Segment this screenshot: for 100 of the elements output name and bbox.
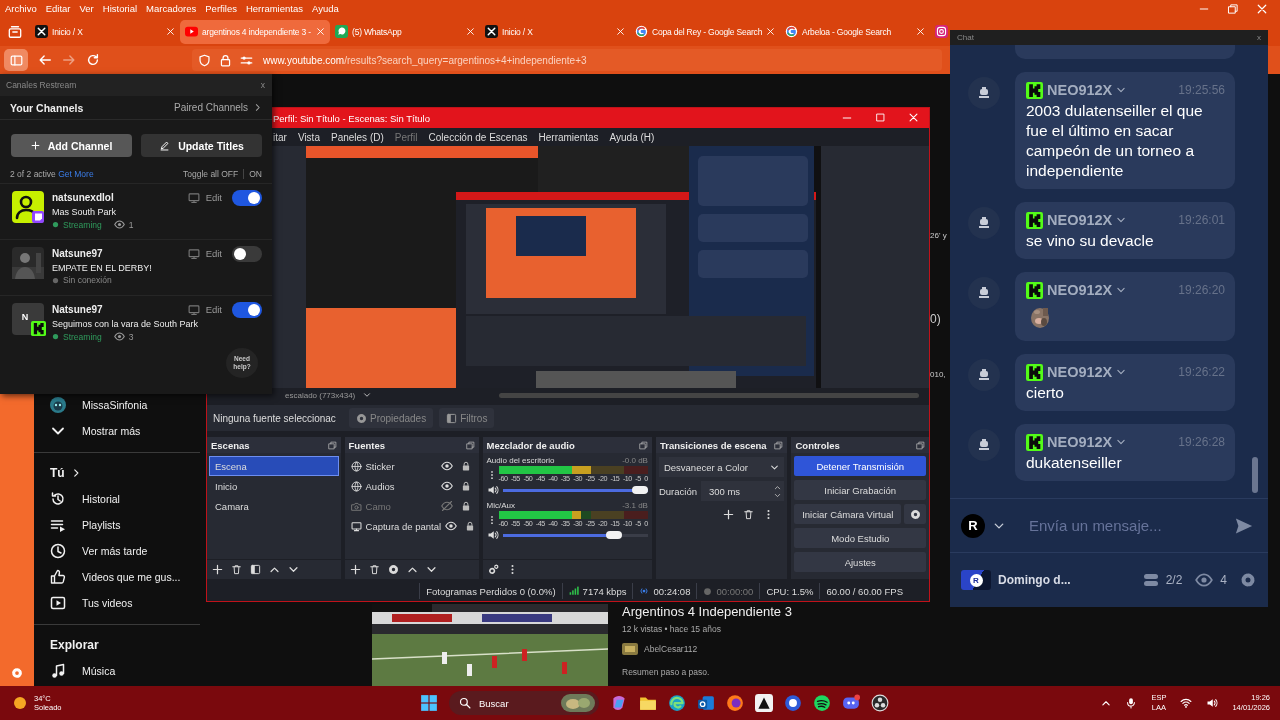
url-text[interactable]: www.youtube.com/results?search_query=argentinos+4+independiente+3: [263, 54, 587, 66]
filters-button[interactable]: Filtros: [439, 408, 495, 428]
chevron-up-icon[interactable]: [269, 564, 280, 575]
lock-icon[interactable]: [465, 521, 476, 531]
chevron-up-icon[interactable]: [406, 564, 418, 575]
slider-thumb[interactable]: [631, 486, 648, 494]
dropdown-caret-icon[interactable]: [363, 391, 372, 399]
eye-icon[interactable]: [440, 460, 453, 472]
app-icon[interactable]: [668, 694, 686, 712]
menu-item[interactable]: Perfiles: [205, 3, 237, 14]
duration-field[interactable]: 300 ms: [700, 481, 785, 501]
eye-icon[interactable]: [440, 480, 453, 492]
speaker-icon[interactable]: [486, 529, 499, 541]
video-title[interactable]: Argentinos 4 Independiente 3: [622, 604, 792, 619]
source-item[interactable]: Audios: [365, 480, 437, 492]
undock-icon[interactable]: [465, 440, 475, 450]
eye-off-icon[interactable]: [440, 500, 453, 512]
control-button[interactable]: Ajustes: [794, 552, 926, 572]
sidebar-item[interactable]: Música: [50, 658, 200, 684]
app-icon[interactable]: [871, 694, 889, 712]
filter-icon[interactable]: [250, 564, 261, 575]
username[interactable]: NEO912X: [1047, 82, 1113, 98]
menu-item[interactable]: Herramientas: [245, 3, 303, 14]
close-icon[interactable]: [766, 27, 776, 36]
trash-icon[interactable]: [743, 509, 755, 520]
address-bar[interactable]: www.youtube.com/results?search_query=argentinos+4+independiente+3: [192, 49, 942, 71]
trash-icon[interactable]: [368, 564, 380, 575]
message-input[interactable]: Envía un mensaje...: [1027, 513, 1226, 538]
trash-icon[interactable]: [231, 564, 242, 575]
menu-item[interactable]: Ayuda: [312, 3, 339, 14]
menu-item[interactable]: Ver: [79, 3, 94, 14]
username[interactable]: NEO912X: [1047, 434, 1113, 450]
close-button[interactable]: x: [1257, 33, 1261, 42]
lock-icon[interactable]: [460, 481, 471, 491]
lock-icon[interactable]: [460, 501, 471, 511]
username[interactable]: NEO912X: [1047, 212, 1113, 228]
stream-title[interactable]: Domingo d...: [998, 573, 1071, 587]
microphone-icon[interactable]: [1125, 697, 1138, 709]
close-icon[interactable]: [466, 27, 475, 36]
close-icon[interactable]: [166, 27, 175, 36]
menu-item[interactable]: Marcadores: [146, 3, 197, 14]
undock-icon[interactable]: [327, 440, 337, 450]
sidebar-button[interactable]: [4, 49, 28, 71]
chevron-down-icon[interactable]: [425, 564, 437, 575]
sidebar-item[interactable]: Historial: [50, 486, 200, 512]
transition-dropdown[interactable]: Desvanecer a Color: [658, 457, 785, 477]
toggle-switch[interactable]: [232, 189, 262, 206]
account-avatar[interactable]: R: [961, 513, 985, 538]
chevron-up-icon[interactable]: [1101, 698, 1112, 708]
volume-slider[interactable]: [502, 531, 648, 539]
slider-thumb[interactable]: [606, 531, 623, 539]
source-item[interactable]: Sticker: [365, 460, 437, 472]
app-icon[interactable]: [784, 694, 802, 712]
sidebar-item[interactable]: Tus videos: [50, 590, 200, 616]
toggle-all-on-button[interactable]: ON: [243, 169, 262, 179]
chevron-down-icon[interactable]: [288, 564, 299, 575]
control-button[interactable]: Iniciar Cámara Virtual: [794, 504, 901, 524]
sidebar-item[interactable]: Playlists: [50, 512, 200, 538]
menu-item[interactable]: Ayuda (H): [609, 131, 655, 143]
wifi-icon[interactable]: [1180, 697, 1193, 709]
edit-button[interactable]: Edit: [205, 248, 222, 259]
toggle-switch[interactable]: [232, 301, 262, 318]
undock-icon[interactable]: [916, 440, 925, 450]
paired-channels-link[interactable]: Paired Channels: [174, 102, 262, 113]
chevron-down-icon[interactable]: [774, 491, 782, 499]
menu-item[interactable]: Paneles (D): [330, 131, 384, 143]
menu-item[interactable]: Archivo: [5, 3, 37, 14]
scene-item[interactable]: Camara: [209, 496, 339, 516]
app-icon[interactable]: [813, 694, 831, 712]
undock-icon[interactable]: [774, 440, 784, 450]
plus-icon[interactable]: [212, 564, 223, 575]
menu-item[interactable]: Historial: [102, 3, 138, 14]
back-icon[interactable]: [38, 53, 52, 67]
menu-item[interactable]: Colección de Escenas: [428, 131, 528, 143]
scene-item[interactable]: Inicio: [209, 476, 339, 496]
tab-list-icon[interactable]: [8, 24, 22, 39]
app-icon[interactable]: [639, 694, 657, 712]
settings-button[interactable]: [904, 504, 926, 524]
settings-icon[interactable]: [487, 564, 499, 575]
close-icon[interactable]: [616, 27, 625, 36]
edit-button[interactable]: Edit: [205, 192, 222, 203]
undock-icon[interactable]: [638, 440, 648, 450]
section-heading[interactable]: Tú: [50, 466, 65, 480]
close-icon[interactable]: [316, 27, 325, 36]
lock-icon[interactable]: [460, 461, 471, 471]
reload-icon[interactable]: [86, 53, 100, 67]
username[interactable]: NEO912X: [1047, 282, 1113, 298]
sidebar-item[interactable]: MissaSinfonia: [50, 392, 200, 418]
sidebar-item[interactable]: Videos que me gus...: [50, 564, 200, 590]
source-item[interactable]: Captura de pantal: [365, 520, 442, 532]
menu-item[interactable]: Editar: [45, 3, 71, 14]
control-button[interactable]: Modo Estudio: [794, 528, 926, 548]
speaker-icon[interactable]: [486, 484, 499, 496]
plus-icon[interactable]: [723, 509, 735, 520]
menu-item[interactable]: itar: [273, 131, 287, 143]
tab[interactable]: Inicio / X: [480, 19, 630, 44]
maximize-icon[interactable]: [875, 112, 886, 123]
scrollbar-thumb[interactable]: [1252, 457, 1258, 493]
control-button[interactable]: Iniciar Grabación: [794, 480, 926, 500]
sidebar-item[interactable]: Ver más tarde: [50, 538, 200, 564]
